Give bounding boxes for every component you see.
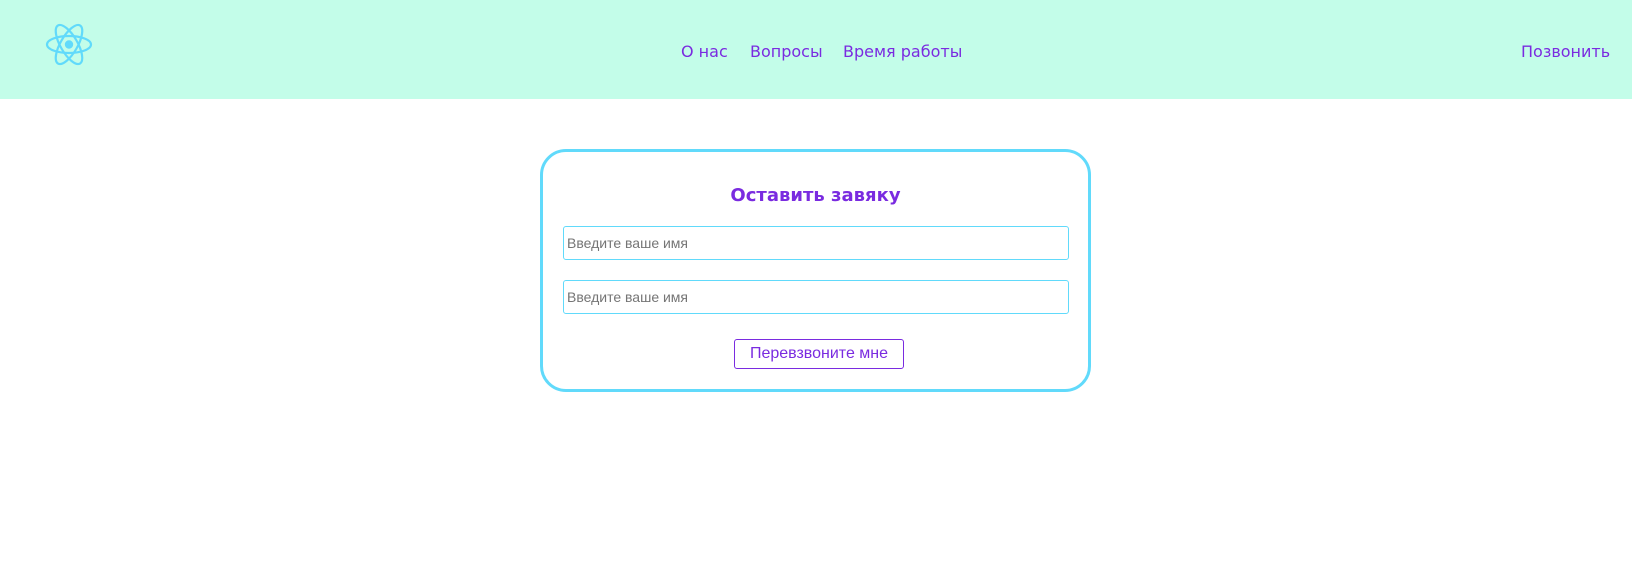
callback-form: Оставить завяку Перевзвоните мне xyxy=(540,149,1091,392)
name-input-secondary[interactable] xyxy=(563,280,1069,314)
nav-link-about[interactable]: О нас xyxy=(681,40,728,64)
call-link[interactable]: Позвонить xyxy=(1521,40,1610,64)
nav-link-hours[interactable]: Время работы xyxy=(843,40,962,64)
nav-link-questions[interactable]: Вопросы xyxy=(750,40,823,64)
callback-button[interactable]: Перевзвоните мне xyxy=(734,339,904,369)
form-title: Оставить завяку xyxy=(730,185,901,206)
main-nav: О нас Вопросы Время работы Позвонить xyxy=(0,40,1632,64)
site-header: О нас Вопросы Время работы Позвонить xyxy=(0,0,1632,99)
name-input[interactable] xyxy=(563,226,1069,260)
